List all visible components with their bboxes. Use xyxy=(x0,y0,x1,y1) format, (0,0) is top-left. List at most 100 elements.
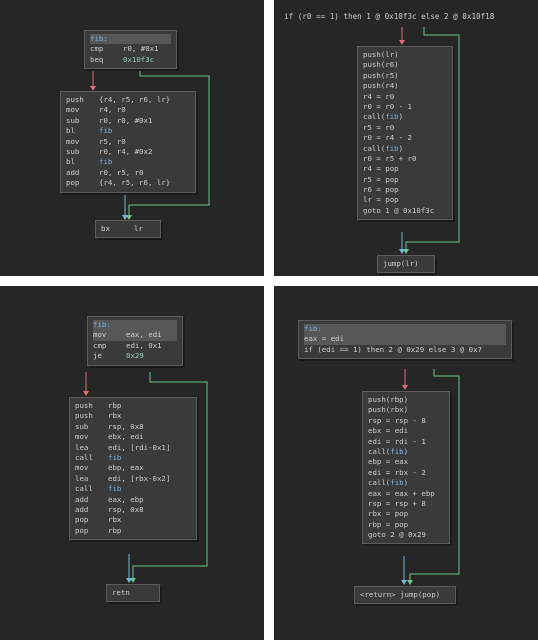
instruction-line[interactable]: push rbp xyxy=(75,401,191,411)
instruction-line[interactable]: sub r0, r0, #0x1 xyxy=(66,116,190,126)
basic-block-entry[interactable]: fib: mov eax, edi cmp edi, 0x1 je 0x29 xyxy=(87,316,183,366)
basic-block-exit[interactable]: bx lr xyxy=(95,220,161,239)
statement-line[interactable]: eax = edi xyxy=(304,334,506,345)
instruction-line[interactable]: cmp r0, #0x1 xyxy=(90,44,171,54)
instruction-line[interactable]: push {r4, r5, r6, lr} xyxy=(66,95,190,105)
mnemonic: sub xyxy=(75,421,89,431)
statement-line[interactable]: r0 = r5 + r0 xyxy=(363,154,447,164)
function-label[interactable]: fib: xyxy=(90,34,171,45)
branch-condition: if (r0 == 1) then 1 @ 0x10f3c else 2 @ 0… xyxy=(284,12,495,21)
instruction-line[interactable]: pop {r4, r5, r6, lr} xyxy=(66,178,190,188)
basic-block-body[interactable]: push rbp push rbx sub rsp, 0x8 mov ebx, edi lea e… xyxy=(69,397,197,541)
instruction-line[interactable]: mov ebp, eax xyxy=(75,463,191,473)
statement-line[interactable]: r0 = r4 - 2 xyxy=(363,133,447,143)
instruction-line[interactable]: add r0, r5, r0 xyxy=(66,168,190,178)
instruction-line[interactable]: sub r0, r4, #0x2 xyxy=(66,147,190,157)
statement-line[interactable]: call(fib) xyxy=(363,144,447,154)
mnemonic: add xyxy=(75,504,89,514)
statement-line[interactable]: edi = rdi - 1 xyxy=(368,437,444,447)
statement-line[interactable]: goto 1 @ 0x10f3c xyxy=(363,206,447,216)
function-label[interactable]: fib: xyxy=(93,320,177,331)
operands: r0, r4, #0x2 xyxy=(99,146,153,156)
basic-block-exit[interactable]: jump(lr) xyxy=(377,255,435,274)
basic-block-exit[interactable]: retn xyxy=(106,584,160,603)
basic-block-entry[interactable]: fib: eax = edi if (edi == 1) then 2 @ 0x29… xyxy=(298,320,512,360)
operands: {r4, r5, r6, lr} xyxy=(99,178,171,188)
instruction-line[interactable]: pop rbp xyxy=(75,526,191,536)
edge-arrowhead xyxy=(407,580,413,585)
mnemonic: sub xyxy=(66,115,80,125)
statement-line[interactable]: if (edi == 1) then 2 @ 0x29 else 3 @ 0x7 xyxy=(304,345,506,355)
basic-block-body[interactable]: push(lr) push(r6) push(r5) push(r4) r4 = r0 r… xyxy=(357,46,453,221)
operands: fib xyxy=(99,126,113,136)
basic-block-body[interactable]: push(rbp) push(rbx) rsp = rsp - 8 ebx = edi… xyxy=(362,391,450,545)
statement-line[interactable]: push(r4) xyxy=(363,81,447,91)
edge-arrowhead xyxy=(401,580,407,585)
instruction-line[interactable]: lea edi, [rdi-0x1] xyxy=(75,443,191,453)
operands: 0x10f3c xyxy=(123,54,155,64)
statement-line[interactable]: push(lr) xyxy=(363,50,447,60)
instruction-line[interactable]: beq 0x10f3c xyxy=(90,55,171,65)
operands: r0, r5, r0 xyxy=(99,167,144,177)
operands: rbx xyxy=(108,411,122,421)
instruction-line[interactable]: bl fib xyxy=(66,157,190,167)
instruction-line[interactable]: push rbx xyxy=(75,411,191,421)
statement-line[interactable]: r4 = r0 xyxy=(363,92,447,102)
statement-line[interactable]: call(fib) xyxy=(368,447,444,457)
instruction-line[interactable]: pop rbx xyxy=(75,515,191,525)
statement-line[interactable]: push(r6) xyxy=(363,60,447,70)
statement-line[interactable]: push(rbp) xyxy=(368,395,444,405)
operands: r0, r0, #0x1 xyxy=(99,115,153,125)
statement-line[interactable]: call(fib) xyxy=(363,112,447,122)
instruction-line[interactable]: mov r5, r0 xyxy=(66,137,190,147)
statement-line[interactable]: <return> jump(pop) xyxy=(360,590,450,600)
statement-line[interactable]: push(rbx) xyxy=(368,405,444,415)
function-name: fib: xyxy=(90,34,108,43)
mnemonic: cmp xyxy=(90,44,104,54)
operands: r0, #0x1 xyxy=(123,44,159,54)
operands: edi, [rbx-0x2] xyxy=(108,473,171,483)
statement-line[interactable]: r0 = r0 - 1 xyxy=(363,102,447,112)
statement-line[interactable]: rsp = rsp + 8 xyxy=(368,499,444,509)
statement-line[interactable]: r5 = pop xyxy=(363,175,447,185)
instruction-line[interactable]: je 0x29 xyxy=(93,351,177,361)
mnemonic: pop xyxy=(75,515,89,525)
operands: rbp xyxy=(108,525,122,535)
operands: {r4, r5, r6, lr} xyxy=(99,95,171,104)
statement-line[interactable]: ebx = edi xyxy=(368,426,444,436)
statement-line[interactable]: ebp = eax xyxy=(368,457,444,467)
mnemonic: sub xyxy=(66,146,80,156)
instruction-line[interactable]: call fib xyxy=(75,453,191,463)
instruction-line[interactable]: call fib xyxy=(75,484,191,494)
basic-block-entry[interactable]: fib: cmp r0, #0x1 beq 0x10f3c xyxy=(84,30,177,70)
instruction-line[interactable]: retn xyxy=(112,588,154,598)
instruction-line[interactable]: lea edi, [rbx-0x2] xyxy=(75,474,191,484)
instruction-line[interactable]: mov eax, edi xyxy=(93,330,177,341)
statement-line[interactable]: r4 = pop xyxy=(363,164,447,174)
statement-line[interactable]: call(fib) xyxy=(368,478,444,488)
basic-block-body[interactable]: push {r4, r5, r6, lr} mov r4, r0 sub r0, r0, … xyxy=(60,91,196,193)
mnemonic: bx xyxy=(101,224,110,233)
instruction-line[interactable]: add rsp, 0x8 xyxy=(75,505,191,515)
statement-line[interactable]: push(r5) xyxy=(363,71,447,81)
basic-block-exit[interactable]: <return> jump(pop) xyxy=(354,586,456,605)
instruction-line[interactable]: bl fib xyxy=(66,126,190,136)
statement-line[interactable]: lr = pop xyxy=(363,195,447,205)
instruction-line[interactable]: add eax, ebp xyxy=(75,495,191,505)
instruction-line[interactable]: mov r4, r0 xyxy=(66,105,190,115)
statement-line[interactable]: rsp = rsp - 8 xyxy=(368,416,444,426)
statement-line[interactable]: rbp = pop xyxy=(368,520,444,530)
statement-line[interactable]: goto 2 @ 0x29 xyxy=(368,530,444,540)
instruction-line[interactable]: cmp edi, 0x1 xyxy=(93,341,177,351)
statement-line[interactable]: r5 = r0 xyxy=(363,123,447,133)
instruction-line[interactable]: sub rsp, 0x8 xyxy=(75,422,191,432)
statement-line[interactable]: rbx = pop xyxy=(368,509,444,519)
statement-line[interactable]: jump(lr) xyxy=(383,259,429,269)
mnemonic: cmp xyxy=(93,340,107,350)
statement-line[interactable]: eax = eax + ebp xyxy=(368,489,444,499)
instruction-line[interactable]: mov ebx, edi xyxy=(75,432,191,442)
instruction-line[interactable]: bx lr xyxy=(101,224,155,234)
statement-line[interactable]: r6 = pop xyxy=(363,185,447,195)
function-label[interactable]: fib: xyxy=(304,324,506,335)
statement-line[interactable]: edi = rbx - 2 xyxy=(368,468,444,478)
